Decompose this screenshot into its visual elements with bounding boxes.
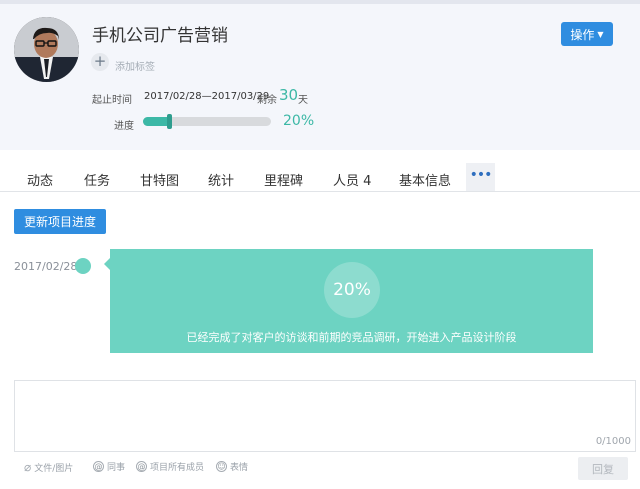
attach-files-button[interactable]: ⌀ 文件/图片 [24, 460, 73, 474]
add-tag-link[interactable]: 添加标签 [115, 58, 155, 73]
tab-statistics[interactable]: 统计 [208, 170, 234, 189]
timeline-card: 20% 已经完成了对客户的访谈和前期的竞品调研，开始进入产品设计阶段 [110, 249, 593, 353]
mention-all-members-label: 项目所有成员 [150, 463, 205, 473]
at-icon: @ [136, 461, 147, 472]
project-title: 手机公司广告营销 [92, 26, 228, 46]
tab-bar: 动态 任务 甘特图 统计 里程碑 人员 4 基本信息 ••• [0, 163, 640, 192]
reply-button[interactable]: 回复 [578, 457, 628, 480]
tab-members[interactable]: 人员 4 [333, 170, 371, 189]
remaining-unit: 天 [298, 95, 308, 106]
mention-all-members-button[interactable]: @ 项目所有成员 [136, 460, 204, 473]
date-range-value: 2017/02/28—2017/03/29 [144, 91, 270, 102]
progress-label: 进度 [114, 121, 134, 132]
add-tag-plus-icon[interactable]: + [91, 53, 109, 71]
timeline-dot [75, 258, 91, 274]
project-page: 手机公司广告营销 操作 ▼ + 添加标签 起止时间 2017/02/28—201… [0, 0, 640, 489]
timeline-text: 已经完成了对客户的访谈和前期的竞品调研，开始进入产品设计阶段 [186, 331, 517, 344]
char-count: 0/1000 [595, 436, 631, 447]
tab-activity[interactable]: 动态 [27, 170, 53, 189]
timeline-date: 2017/02/28 [14, 260, 78, 273]
tab-gantt[interactable]: 甘特图 [140, 170, 179, 189]
progress-bar [143, 114, 271, 129]
progress-handle[interactable] [167, 114, 172, 129]
attach-files-label: 文件/图片 [34, 463, 74, 474]
avatar[interactable] [14, 17, 79, 82]
top-divider [0, 0, 640, 4]
caret-down-icon: ▼ [597, 29, 604, 39]
update-progress-button[interactable]: 更新项目进度 [14, 209, 106, 234]
paperclip-icon: ⌀ [24, 460, 32, 474]
tab-milestones[interactable]: 里程碑 [264, 170, 303, 189]
actions-button[interactable]: 操作 ▼ [561, 22, 613, 46]
progress-percent: 20% [283, 113, 315, 129]
actions-label: 操作 [570, 27, 595, 42]
emoji-button[interactable]: ☺ 表情 [216, 460, 248, 473]
comment-input[interactable]: 0/1000 [14, 380, 636, 452]
mention-colleague-button[interactable]: @ 同事 [93, 460, 125, 473]
progress-bar-fill [143, 117, 169, 126]
mention-colleague-label: 同事 [107, 463, 126, 473]
tab-basic-info[interactable]: 基本信息 [399, 170, 451, 189]
at-icon: @ [93, 461, 104, 472]
remaining-label: 剩余 [257, 95, 277, 106]
project-header: 手机公司广告营销 操作 ▼ + 添加标签 起止时间 2017/02/28—201… [0, 0, 640, 150]
date-range-label: 起止时间 [92, 95, 132, 106]
emoji-label: 表情 [230, 463, 249, 473]
more-tabs-icon[interactable]: ••• [466, 163, 495, 191]
tab-tasks[interactable]: 任务 [84, 170, 110, 189]
smiley-icon: ☺ [216, 461, 227, 472]
remaining-days: 30 [279, 86, 299, 104]
timeline-progress-badge: 20% [324, 262, 380, 318]
